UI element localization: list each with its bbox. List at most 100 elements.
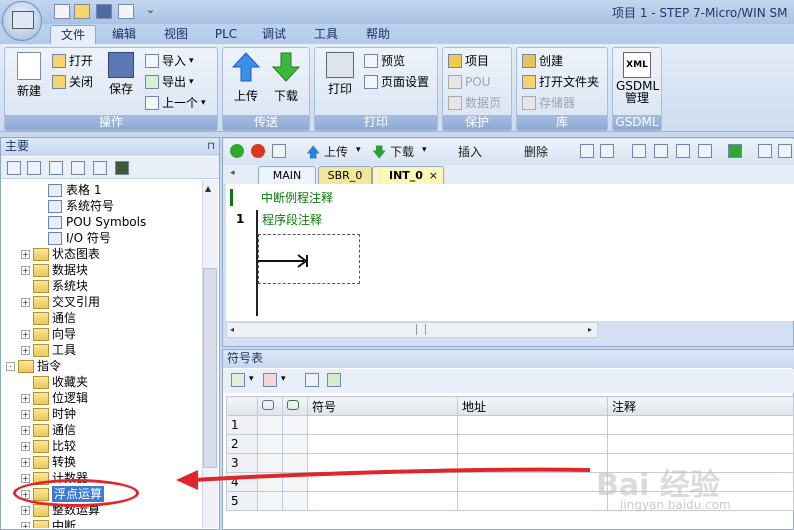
table-cell[interactable]: [457, 415, 608, 435]
protect-pou-button[interactable]: POU: [448, 72, 490, 92]
tab-main[interactable]: MAIN: [258, 166, 316, 184]
document-icon[interactable]: [49, 161, 63, 175]
open-folder-icon[interactable]: [74, 4, 90, 19]
tab-help[interactable]: 帮助: [356, 25, 400, 44]
print-icon[interactable]: [118, 4, 134, 19]
tree-item[interactable]: + 交叉引用: [6, 294, 202, 310]
dropdown-arrow-icon[interactable]: ▾: [422, 145, 427, 155]
tab-plc[interactable]: PLC: [206, 25, 246, 44]
expand-icon[interactable]: +: [21, 521, 30, 528]
open-button[interactable]: 打开: [52, 51, 93, 71]
lock-icon[interactable]: [778, 144, 792, 158]
scroll-right-icon[interactable]: ▸: [588, 325, 592, 334]
network-comment[interactable]: 程序段注释: [262, 211, 322, 228]
tree-item[interactable]: 系统块: [6, 278, 202, 294]
upload-button[interactable]: 上传: [228, 52, 264, 104]
box-icon[interactable]: [676, 144, 690, 158]
routine-comment[interactable]: 中断例程注释: [230, 189, 790, 206]
close-button[interactable]: 关闭: [52, 72, 93, 92]
expand-icon[interactable]: +: [21, 265, 30, 275]
tree-item[interactable]: + 向导: [6, 326, 202, 342]
scroll-left-icon[interactable]: ◂: [230, 325, 234, 334]
tree-item[interactable]: + 状态图表: [6, 246, 202, 262]
tree-item[interactable]: + 通信: [6, 422, 202, 438]
delete-row-icon[interactable]: [263, 373, 277, 387]
tree-scroll-thumb[interactable]: [203, 268, 217, 468]
editor-upload-button[interactable]: 上传: [324, 143, 348, 160]
create-library-button[interactable]: 创建: [522, 51, 563, 71]
data-icon[interactable]: [93, 161, 107, 175]
tab-file[interactable]: 文件: [50, 25, 96, 44]
previous-button[interactable]: 上一个 ▾: [145, 93, 206, 113]
table-cell[interactable]: [257, 415, 283, 435]
close-icon[interactable]: ×: [429, 167, 438, 184]
new-file-icon[interactable]: [54, 4, 70, 19]
tab-debug[interactable]: 调试: [254, 25, 294, 44]
table-cell[interactable]: [607, 434, 794, 454]
scroll-grip-icon[interactable]: [416, 324, 426, 335]
dropdown-arrow-icon[interactable]: ▾: [249, 374, 254, 384]
chart-icon[interactable]: [305, 373, 319, 387]
download-button[interactable]: 下载: [268, 52, 304, 104]
print-button[interactable]: 打印: [322, 52, 358, 97]
page-setup-button[interactable]: 页面设置: [364, 72, 429, 92]
tree-item[interactable]: 收藏夹: [6, 374, 202, 390]
table-cell[interactable]: [307, 415, 458, 435]
tree-item[interactable]: + 工具: [6, 342, 202, 358]
expand-icon[interactable]: +: [21, 457, 30, 467]
expand-icon[interactable]: +: [21, 345, 30, 355]
tab-edit[interactable]: 编辑: [104, 25, 144, 44]
monitor-icon[interactable]: [115, 161, 129, 175]
compile-icon[interactable]: [272, 144, 286, 158]
dropdown-arrow-icon[interactable]: ▾: [356, 145, 361, 155]
table-cell[interactable]: [307, 434, 458, 454]
scroll-up-icon[interactable]: ▲: [205, 184, 211, 193]
tab-view[interactable]: 视图: [156, 25, 196, 44]
expand-icon[interactable]: +: [21, 249, 30, 259]
tab-tools[interactable]: 工具: [306, 25, 346, 44]
table-cell[interactable]: [257, 434, 283, 454]
protect-project-button[interactable]: 项目: [448, 51, 489, 71]
table-cell[interactable]: [607, 415, 794, 435]
column-header-comment[interactable]: 注释: [607, 396, 794, 416]
protect-datapage-button[interactable]: 数据页: [448, 93, 501, 113]
tree-item[interactable]: 系统符号: [6, 198, 202, 214]
expand-icon[interactable]: +: [21, 297, 30, 307]
table-cell[interactable]: [457, 434, 608, 454]
table-row[interactable]: 2: [226, 434, 794, 454]
tree-item[interactable]: 通信: [6, 310, 202, 326]
tree-item[interactable]: - 指令: [6, 358, 202, 374]
table-row[interactable]: 1: [226, 415, 794, 435]
application-button[interactable]: [2, 1, 42, 41]
column-header-symbol[interactable]: 符号: [307, 396, 458, 416]
gsdml-manage-button[interactable]: XML GSDML 管理: [616, 52, 659, 104]
pin-icon[interactable]: ⊓: [207, 138, 215, 155]
save-button[interactable]: 保存: [104, 52, 138, 97]
expand-icon[interactable]: +: [21, 505, 30, 515]
tab-scroll-left-icon[interactable]: ◂: [230, 168, 235, 178]
expand-icon[interactable]: +: [21, 425, 30, 435]
collapse-icon[interactable]: -: [6, 361, 15, 371]
tree-item[interactable]: 表格 1: [6, 182, 202, 198]
expand-icon[interactable]: +: [21, 473, 30, 483]
view-icon[interactable]: [7, 161, 21, 175]
table-cell[interactable]: [282, 434, 308, 454]
new-button[interactable]: 新建: [10, 52, 48, 99]
line-icon[interactable]: [698, 144, 712, 158]
dropdown-arrow-icon[interactable]: ▾: [281, 374, 286, 384]
tree-item[interactable]: + 中断: [6, 518, 202, 528]
expand-icon[interactable]: +: [21, 441, 30, 451]
tree-item[interactable]: POU Symbols: [6, 214, 202, 230]
expand-icon[interactable]: +: [21, 409, 30, 419]
sort-icon[interactable]: [327, 373, 341, 387]
import-button[interactable]: 导入 ▾: [145, 51, 194, 71]
open-folder-button[interactable]: 打开文件夹: [522, 72, 599, 92]
tab-sbr0[interactable]: SBR_0: [318, 166, 372, 184]
editor-delete-button[interactable]: 删除: [524, 143, 548, 160]
tab-int0[interactable]: INT_0 ×: [372, 166, 444, 184]
lock-icon[interactable]: [758, 144, 772, 158]
preview-button[interactable]: 预览: [364, 51, 405, 71]
editor-insert-button[interactable]: 插入: [458, 143, 482, 160]
quick-access-dropdown-icon[interactable]: ⌄: [146, 3, 155, 16]
editor-download-button[interactable]: 下载: [390, 143, 414, 160]
